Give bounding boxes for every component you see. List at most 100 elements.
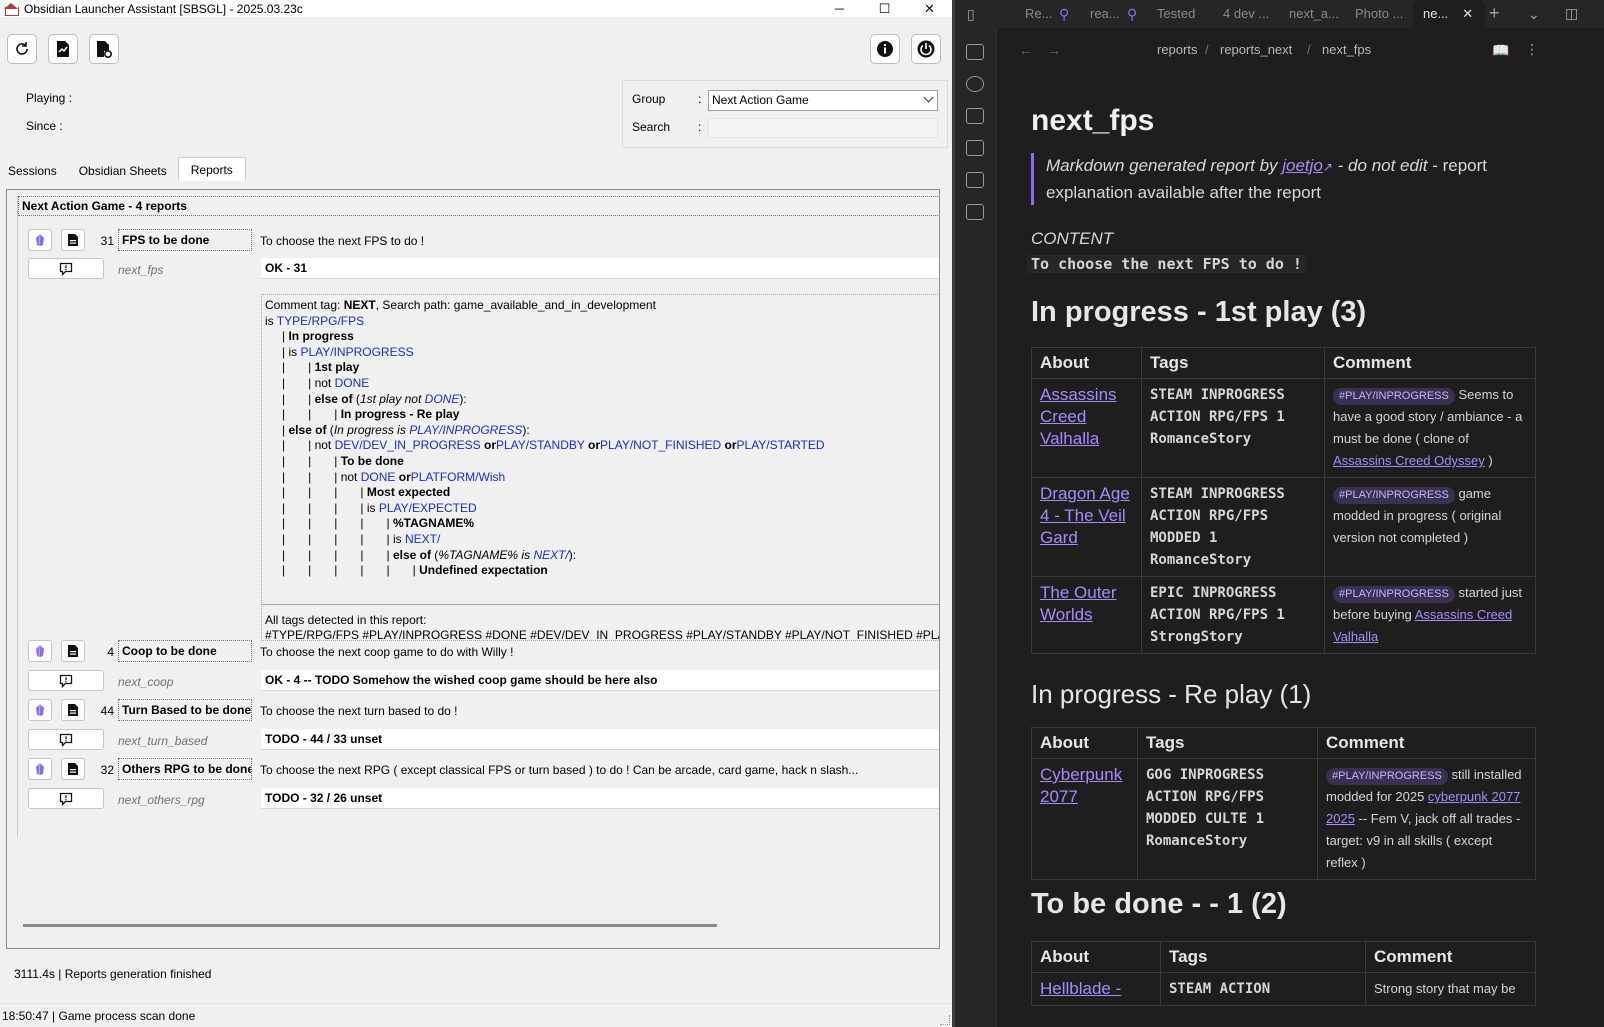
all-tags-label: All tags detected in this report: [265,612,427,627]
report-row: 4 Coop to be done To choose the next coo… [18,640,939,664]
sheet-check-button[interactable] [48,34,78,64]
report-file-button[interactable] [61,640,85,662]
game-link[interactable]: Assassins Creed Valhalla [1040,385,1117,448]
report-detail: Comment tag: NEXT, Search path: game_ava… [261,294,939,641]
obsidian-open-button[interactable] [28,640,52,662]
game-link[interactable]: Dragon Age 4 - The Veil Gard [1040,484,1130,547]
report-file-button[interactable] [61,229,85,251]
minimize-button[interactable]: ─ [817,0,862,17]
reports-panel[interactable]: Next Action Game - 4 reports 31 FPS to b… [6,189,940,949]
pin-icon[interactable]: ⚲ [1127,6,1137,22]
report-description: To choose the next turn based to do ! [260,704,458,718]
refresh-button[interactable] [7,34,37,64]
game-link[interactable]: Hellblade - [1040,979,1121,998]
tab-item[interactable]: Photo ... [1355,0,1403,28]
report-name[interactable]: Turn Based to be done [118,699,252,721]
tag-pill[interactable]: #PLAY/INPROGRESS [1333,388,1455,405]
info-button[interactable] [870,34,900,64]
comment-button[interactable] [28,258,104,279]
report-row-status: next_coop OK - 4 -- TODO Somehow the wis… [18,670,939,694]
tab-obsidian-sheets[interactable]: Obsidian Sheets [72,159,174,181]
graph-icon[interactable] [966,76,984,92]
maximize-button[interactable]: ☐ [862,0,907,17]
terminal-icon[interactable] [966,172,984,188]
group-header: Next Action Game - 4 reports [18,196,939,216]
open-file-icon[interactable] [966,44,984,60]
obsidian-open-button[interactable] [28,229,52,251]
comment-button[interactable] [28,670,104,691]
tab-item[interactable]: Tested [1157,0,1195,28]
horizontal-scrollbar[interactable] [23,924,717,927]
obsidian-open-button[interactable] [28,699,52,721]
search-colon: : [698,120,702,134]
home-app-icon [4,2,19,16]
copy-icon[interactable] [966,140,984,156]
tab-item[interactable]: 4 dev ... [1223,0,1269,28]
tab-item-active[interactable]: ne... ✕ [1413,0,1485,28]
report-row-status: next_fps OK - 31 [18,258,939,282]
document-icon [68,234,78,246]
note-title: next_fps [1031,104,1155,137]
bottom-status-bar: 18:50:47 | Game process scan done [0,1003,952,1027]
report-name[interactable]: FPS to be done [118,229,252,251]
reading-mode-icon[interactable]: 📖 [1492,42,1509,58]
tag-pill[interactable]: #PLAY/INPROGRESS [1326,768,1448,785]
game-link[interactable]: The Outer Worlds [1040,583,1117,624]
obsidian-open-button[interactable] [28,758,52,780]
report-name[interactable]: Others RPG to be done [118,758,252,780]
report-file-button[interactable] [61,699,85,721]
close-tab-icon[interactable]: ✕ [1462,6,1473,21]
more-options-icon[interactable]: ⋮ [1525,41,1539,57]
report-file-name: next_fps [118,263,164,277]
game-link[interactable]: Cyberpunk 2077 [1040,765,1122,806]
document-icon [68,763,78,775]
forward-arrow-icon[interactable]: → [1047,42,1061,58]
canvas-icon[interactable] [966,108,984,124]
report-status: OK - 4 -- TODO Somehow the wished coop g… [261,670,939,691]
search-input[interactable] [708,118,938,138]
tab-sessions[interactable]: Sessions [1,159,64,181]
close-button[interactable]: ✕ [907,0,952,17]
pin-icon[interactable]: ⚲ [1059,6,1069,22]
report-file-button[interactable] [61,758,85,780]
tab-item[interactable]: Re... [1025,0,1052,28]
document-chart-icon [57,41,69,57]
content-label: CONTENT [1031,229,1114,248]
breadcrumb-item[interactable]: reports_next [1220,42,1292,57]
tag-pill[interactable]: #PLAY/INPROGRESS [1333,487,1455,504]
document-icon [68,704,78,716]
report-description: To choose the next coop game to do with … [260,645,514,659]
comment-icon [59,674,73,688]
tab-reports[interactable]: Reports [177,157,246,181]
resize-grip[interactable] [940,1015,950,1025]
comment-link[interactable]: Assassins Creed Odyssey [1333,453,1485,468]
power-button[interactable] [911,34,941,64]
group-select[interactable]: Next Action Game [708,90,938,111]
comment-button[interactable] [28,729,104,750]
bottom-status-text: 18:50:47 | Game process scan done [2,1009,196,1023]
plus-icon[interactable]: + [1489,4,1500,22]
breadcrumb-item[interactable]: reports [1157,42,1197,57]
breadcrumb-item[interactable]: next_fps [1322,42,1371,57]
report-file-name: next_others_rpg [118,793,205,807]
group-colon: : [698,92,702,106]
comment-button[interactable] [28,788,104,809]
chevron-down-icon[interactable]: ⌄ [1528,6,1540,22]
playing-label: Playing : [26,91,73,105]
tab-item[interactable]: next_a... [1289,0,1339,28]
right-sidebar-icon[interactable]: ◫ [1565,5,1578,21]
report-row-status: next_turn_based TODO - 44 / 33 unset [18,729,939,753]
tab-item[interactable]: rea... [1090,0,1120,28]
content-code: To choose the next FPS to do ! [1027,255,1306,273]
obsidian-nav: ← → reports / reports_next / next_fps 📖 … [997,28,1604,72]
report-count: 44 [100,704,114,718]
template-icon[interactable] [966,204,984,220]
sidebar-toggle-icon[interactable]: ▯ [967,6,975,22]
author-link[interactable]: joetjo [1282,156,1323,175]
obsidian-icon [36,762,44,776]
tag-pill[interactable]: #PLAY/INPROGRESS [1333,586,1455,603]
document-settings-button[interactable] [89,34,119,64]
report-count: 31 [100,234,114,248]
back-arrow-icon[interactable]: ← [1019,42,1033,58]
report-name[interactable]: Coop to be done [118,640,252,662]
